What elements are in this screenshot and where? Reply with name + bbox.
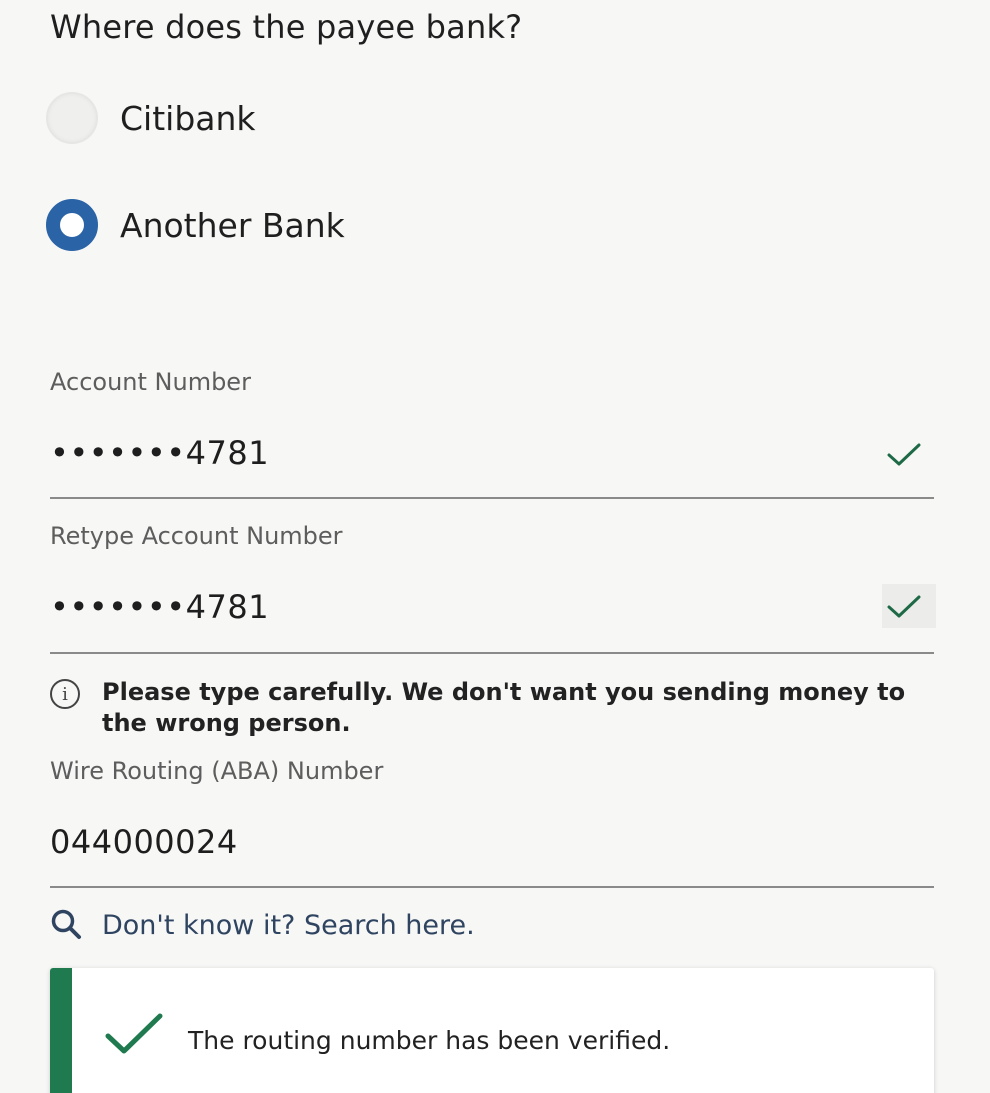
radio-option-another-bank[interactable]: Another Bank xyxy=(46,199,345,251)
radio-button-checked[interactable] xyxy=(46,199,98,251)
retype-account-number-label: Retype Account Number xyxy=(50,522,343,550)
radio-label-another-bank: Another Bank xyxy=(120,205,345,245)
checkmark-icon xyxy=(887,595,921,618)
routing-number-label: Wire Routing (ABA) Number xyxy=(50,757,384,785)
radio-label-citibank: Citibank xyxy=(120,98,256,138)
retype-account-number-input[interactable]: •••••••4781 xyxy=(50,588,269,626)
info-message: i Please type carefully. We don't want y… xyxy=(50,677,932,739)
verification-alert-text: The routing number has been verified. xyxy=(188,1026,671,1055)
search-icon xyxy=(51,909,81,939)
account-number-underline xyxy=(50,497,934,499)
question-heading: Where does the payee bank? xyxy=(50,8,523,46)
info-message-text: Please type carefully. We don't want you… xyxy=(102,678,906,737)
checkmark-icon xyxy=(887,443,921,466)
routing-number-input[interactable]: 044000024 xyxy=(50,823,238,861)
info-icon: i xyxy=(50,679,80,709)
payee-bank-form: Where does the payee bank? Citibank Anot… xyxy=(0,0,990,1093)
alert-accent-bar xyxy=(50,968,72,1093)
account-number-label: Account Number xyxy=(50,368,251,396)
radio-option-citibank[interactable]: Citibank xyxy=(46,92,256,144)
account-number-input[interactable]: •••••••4781 xyxy=(50,434,269,472)
search-routing-link[interactable]: Don't know it? Search here. xyxy=(50,908,475,942)
search-link-text: Don't know it? Search here. xyxy=(102,909,475,941)
routing-number-underline xyxy=(50,886,934,888)
checkmark-icon xyxy=(105,1013,163,1054)
verification-alert: The routing number has been verified. xyxy=(50,968,934,1093)
retype-account-number-underline xyxy=(50,652,934,654)
radio-button-unchecked[interactable] xyxy=(46,92,98,144)
